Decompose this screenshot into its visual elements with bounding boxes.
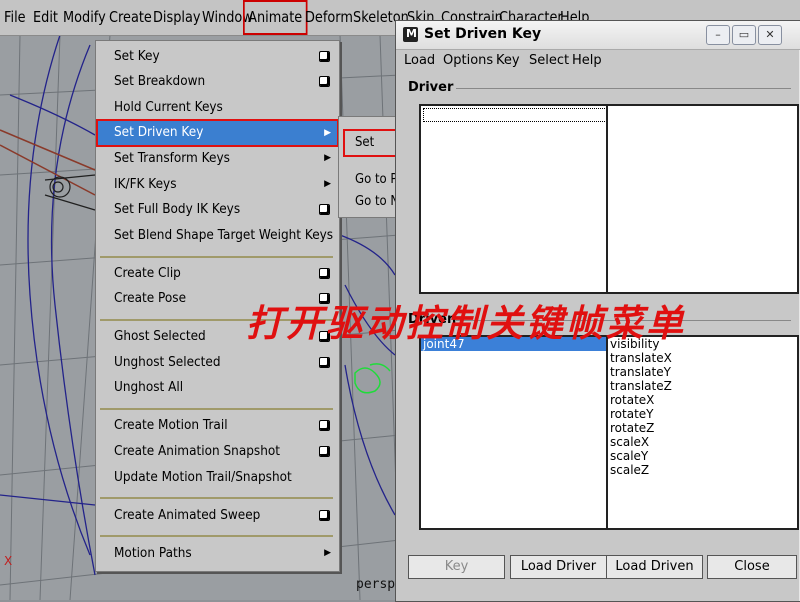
camera-label: persp (356, 577, 395, 592)
menu-item-unghost-selected[interactable]: Unghost Selected (96, 350, 339, 375)
submenu-item-go-to-next[interactable]: Go to Next (339, 191, 399, 213)
list-item[interactable]: rotateZ (608, 421, 797, 435)
submenu-arrow-icon: ▶ (324, 128, 331, 138)
menu-item-create-clip[interactable]: Create Clip (96, 261, 339, 286)
menu-item-set-key[interactable]: Set Key (96, 44, 339, 69)
driver-group-label: Driver (408, 80, 454, 95)
menu-item-set-driven-key[interactable]: Set Driven Key ▶ (96, 119, 339, 147)
list-item[interactable]: rotateX (608, 393, 797, 407)
focus-outline (423, 108, 606, 122)
load-driver-button[interactable]: Load Driver (510, 555, 607, 579)
menu-separator (100, 408, 333, 410)
menu-item-set-blend-shape-target-weight-keys[interactable]: Set Blend Shape Target Weight Keys (96, 223, 339, 248)
menu-file[interactable]: File (4, 0, 26, 35)
menu-item-set-transform-keys[interactable]: Set Transform Keys ▶ (96, 146, 339, 171)
option-box-icon[interactable] (319, 357, 330, 368)
driven-object-list[interactable]: joint47 (419, 335, 608, 530)
menu-item-set-breakdown[interactable]: Set Breakdown (96, 69, 339, 94)
window-menu-load[interactable]: Load (404, 53, 435, 68)
load-driven-button[interactable]: Load Driven (606, 555, 703, 579)
list-item[interactable]: translateY (608, 365, 797, 379)
menu-item-update-motion-trail-snapshot[interactable]: Update Motion Trail/Snapshot (96, 465, 339, 490)
set-driven-key-submenu: Set Go to Previous Go to Next (338, 116, 400, 218)
menu-edit[interactable]: Edit (33, 0, 58, 35)
submenu-arrow-icon: ▶ (324, 548, 331, 558)
list-item[interactable]: scaleX (608, 435, 797, 449)
menu-separator (100, 256, 333, 258)
menu-animate[interactable]: Animate (243, 0, 308, 35)
option-box-icon[interactable] (319, 51, 330, 62)
window-menu-options[interactable]: Options (443, 53, 493, 68)
menu-item-create-animation-snapshot[interactable]: Create Animation Snapshot (96, 439, 339, 464)
submenu-arrow-icon: ▶ (324, 179, 331, 189)
close-button[interactable]: Close (707, 555, 797, 579)
menu-item-motion-paths[interactable]: Motion Paths ▶ (96, 541, 339, 566)
minimize-icon[interactable]: – (706, 25, 730, 45)
list-item[interactable]: translateX (608, 351, 797, 365)
menu-create[interactable]: Create (109, 0, 152, 35)
menu-item-create-animated-sweep[interactable]: Create Animated Sweep (96, 503, 339, 528)
menu-separator (100, 535, 333, 537)
list-item[interactable]: translateZ (608, 379, 797, 393)
submenu-arrow-icon: ▶ (324, 153, 331, 163)
window-menu-help[interactable]: Help (572, 53, 602, 68)
window-menubar: Load Options Key Select Help (396, 50, 800, 72)
option-box-icon[interactable] (319, 204, 330, 215)
group-divider (456, 88, 791, 89)
menu-modify[interactable]: Modify (63, 0, 106, 35)
window-titlebar[interactable]: M Set Driven Key – ▭ ✕ (396, 21, 800, 50)
list-item[interactable]: rotateY (608, 407, 797, 421)
key-button[interactable]: Key (408, 555, 505, 579)
option-box-icon[interactable] (319, 446, 330, 457)
menu-deform[interactable]: Deform (305, 0, 353, 35)
maximize-icon[interactable]: ▭ (732, 25, 756, 45)
list-item[interactable]: scaleZ (608, 463, 797, 477)
option-box-icon[interactable] (319, 510, 330, 521)
list-item[interactable]: scaleY (608, 449, 797, 463)
menu-item-unghost-all[interactable]: Unghost All (96, 375, 339, 400)
axis-label: X (4, 554, 12, 568)
menu-item-create-motion-trail[interactable]: Create Motion Trail (96, 413, 339, 438)
option-box-icon[interactable] (319, 268, 330, 279)
window-menu-select[interactable]: Select (529, 53, 569, 68)
menu-separator (100, 497, 333, 499)
submenu-item-go-to-previous[interactable]: Go to Previous (339, 169, 399, 191)
close-icon[interactable]: ✕ (758, 25, 782, 45)
driven-attribute-list[interactable]: visibility translateX translateY transla… (606, 335, 799, 530)
submenu-item-set[interactable]: Set (343, 129, 399, 157)
maya-icon: M (403, 27, 418, 42)
window-title: Set Driven Key (424, 26, 542, 42)
menu-item-hold-current-keys[interactable]: Hold Current Keys (96, 95, 339, 120)
option-box-icon[interactable] (319, 76, 330, 87)
driver-object-list[interactable] (419, 104, 608, 294)
menu-display[interactable]: Display (153, 0, 201, 35)
window-menu-key[interactable]: Key (496, 53, 520, 68)
option-box-icon[interactable] (319, 420, 330, 431)
menu-item-set-full-body-ik-keys[interactable]: Set Full Body IK Keys (96, 197, 339, 222)
driver-attribute-list[interactable] (606, 104, 799, 294)
menu-item-ik-fk-keys[interactable]: IK/FK Keys ▶ (96, 172, 339, 197)
annotation-caption: 打开驱动控制关键帧菜单 (246, 301, 686, 345)
